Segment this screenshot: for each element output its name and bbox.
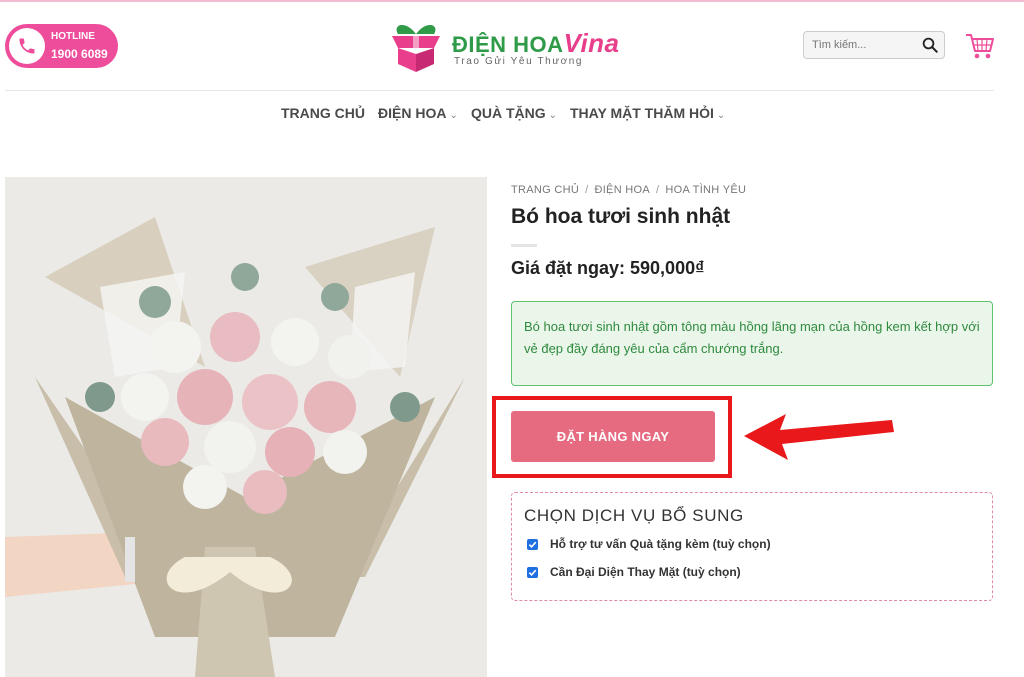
breadcrumb-separator: / bbox=[585, 184, 589, 196]
nav-item-label: TRANG CHỦ bbox=[281, 105, 365, 121]
logo-brand: ĐIỆN HOAVina bbox=[452, 28, 620, 59]
addon-option-representative[interactable]: Cần Đại Diện Thay Mặt (tuỳ chọn) bbox=[527, 565, 741, 579]
breadcrumb-dien-hoa[interactable]: ĐIỆN HOA bbox=[594, 184, 650, 196]
logo-brand-accent: Vina bbox=[563, 28, 620, 58]
cart-icon[interactable] bbox=[965, 32, 995, 60]
nav-item-label: THAY MẶT THĂM HỎI bbox=[570, 105, 714, 121]
search-input[interactable] bbox=[804, 32, 920, 58]
breadcrumb-hoa-tinh-yeu[interactable]: HOA TÌNH YÊU bbox=[665, 184, 746, 196]
hotline-label: HOTLINE bbox=[51, 31, 95, 42]
addon-option-label: Cần Đại Diện Thay Mặt (tuỳ chọn) bbox=[550, 565, 741, 579]
hotline-number[interactable]: 1900 6089 bbox=[51, 47, 108, 61]
hotline-badge[interactable]: HOTLINE 1900 6089 bbox=[5, 24, 118, 68]
addon-option-gift-advice[interactable]: Hỗ trợ tư vấn Quà tặng kèm (tuỳ chọn) bbox=[527, 537, 771, 551]
nav-item-thay-mat-tham-hoi[interactable]: THAY MẶT THĂM HỎI ⌄ bbox=[570, 105, 725, 121]
logo-brand-main: ĐIỆN HOA bbox=[452, 32, 564, 57]
nav-item-home[interactable]: TRANG CHỦ bbox=[281, 105, 365, 121]
title-divider bbox=[511, 244, 537, 247]
breadcrumb: TRANG CHỦ / ĐIỆN HOA / HOA TÌNH YÊU bbox=[511, 184, 746, 196]
red-arrow-annotation bbox=[744, 414, 894, 460]
search-box bbox=[803, 31, 945, 59]
top-accent-line bbox=[0, 0, 1024, 2]
description-text: Bó hoa tươi sinh nhật gồm tông màu hồng … bbox=[524, 319, 980, 356]
nav-item-label: QUÀ TẶNG bbox=[471, 105, 546, 121]
addon-title: CHỌN DỊCH VỤ BỔ SUNG bbox=[524, 506, 744, 525]
nav-item-label: ĐIỆN HOA bbox=[378, 105, 447, 121]
search-icon[interactable] bbox=[921, 36, 939, 54]
site-logo[interactable]: ĐIỆN HOAVina Trao Gửi Yêu Thương bbox=[384, 18, 624, 74]
chevron-down-icon: ⌄ bbox=[716, 110, 726, 121]
chevron-down-icon: ⌄ bbox=[548, 110, 558, 121]
product-image[interactable] bbox=[5, 177, 487, 677]
logo-tagline: Trao Gửi Yêu Thương bbox=[454, 56, 584, 67]
product-title: Bó hoa tươi sinh nhật bbox=[511, 205, 731, 228]
nav-item-dien-hoa[interactable]: ĐIỆN HOA ⌄ bbox=[378, 105, 458, 121]
checkbox-checked-icon[interactable] bbox=[527, 566, 538, 578]
chevron-down-icon: ⌄ bbox=[449, 110, 458, 121]
addon-services-box: CHỌN DỊCH VỤ BỔ SUNG Hỗ trợ tư vấn Quà t… bbox=[511, 492, 993, 601]
breadcrumb-separator: / bbox=[656, 184, 660, 196]
header-divider bbox=[5, 90, 994, 91]
main-nav: TRANG CHỦ ĐIỆN HOA ⌄ QUÀ TẶNG ⌄ THAY MẶT T… bbox=[0, 105, 1024, 129]
order-now-button[interactable]: ĐẶT HÀNG NGAY bbox=[511, 411, 715, 462]
addon-option-label: Hỗ trợ tư vấn Quà tặng kèm (tuỳ chọn) bbox=[550, 537, 771, 551]
phone-icon bbox=[9, 28, 45, 64]
gift-box-logo bbox=[392, 24, 440, 72]
checkbox-checked-icon[interactable] bbox=[527, 538, 538, 550]
breadcrumb-home[interactable]: TRANG CHỦ bbox=[511, 184, 579, 196]
product-description: Bó hoa tươi sinh nhật gồm tông màu hồng … bbox=[511, 301, 993, 386]
product-price: Giá đặt ngay: 590,000₫ bbox=[511, 258, 705, 278]
nav-item-qua-tang[interactable]: QUÀ TẶNG ⌄ bbox=[471, 105, 557, 121]
